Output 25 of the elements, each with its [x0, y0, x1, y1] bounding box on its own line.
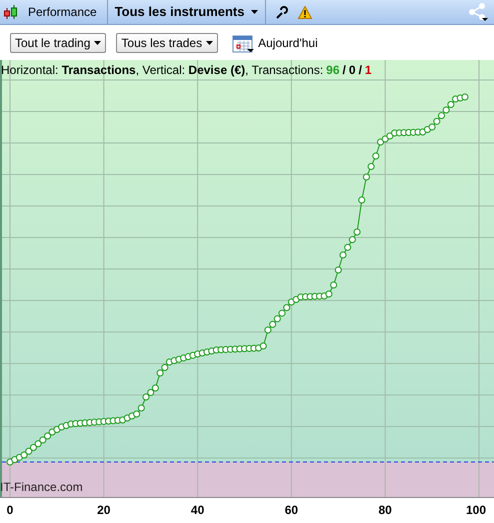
axis-tick-label: 20 — [97, 502, 110, 519]
transaction-count: 0 — [348, 62, 356, 79]
performance-tab[interactable]: Performance — [18, 0, 108, 24]
warning-icon[interactable] — [298, 6, 312, 18]
axis-tick-label: 0 — [6, 502, 14, 519]
wrench-icon[interactable] — [274, 6, 288, 18]
caret-icon — [250, 10, 258, 14]
filter-dropdown[interactable]: Tous les trades — [116, 32, 218, 52]
caret-icon — [94, 40, 102, 44]
calendar-icon[interactable] — [232, 32, 254, 52]
axis-tick-label: 80 — [378, 502, 392, 519]
transaction-count: 96 — [326, 62, 340, 79]
axis-tick-label: 40 — [190, 502, 204, 519]
count-separator: / — [358, 62, 362, 79]
date-button[interactable]: Aujourd'hui — [258, 34, 318, 52]
chart-summary: Horizontal: Transactions, Vertical: Devise (€), Transactions: — [1, 62, 324, 79]
filter-dropdown[interactable]: Tout le trading — [10, 32, 106, 52]
count-separator: / — [342, 62, 346, 79]
share-icon[interactable] — [468, 2, 488, 22]
candlestick-icon — [4, 4, 18, 20]
axis-tick-label: 100 — [466, 502, 486, 519]
instrument-menu[interactable]: Tous les instruments — [108, 0, 266, 24]
transaction-count: 1 — [364, 62, 372, 79]
axis-tick-label: 60 — [284, 502, 298, 519]
caret-icon — [206, 40, 214, 44]
